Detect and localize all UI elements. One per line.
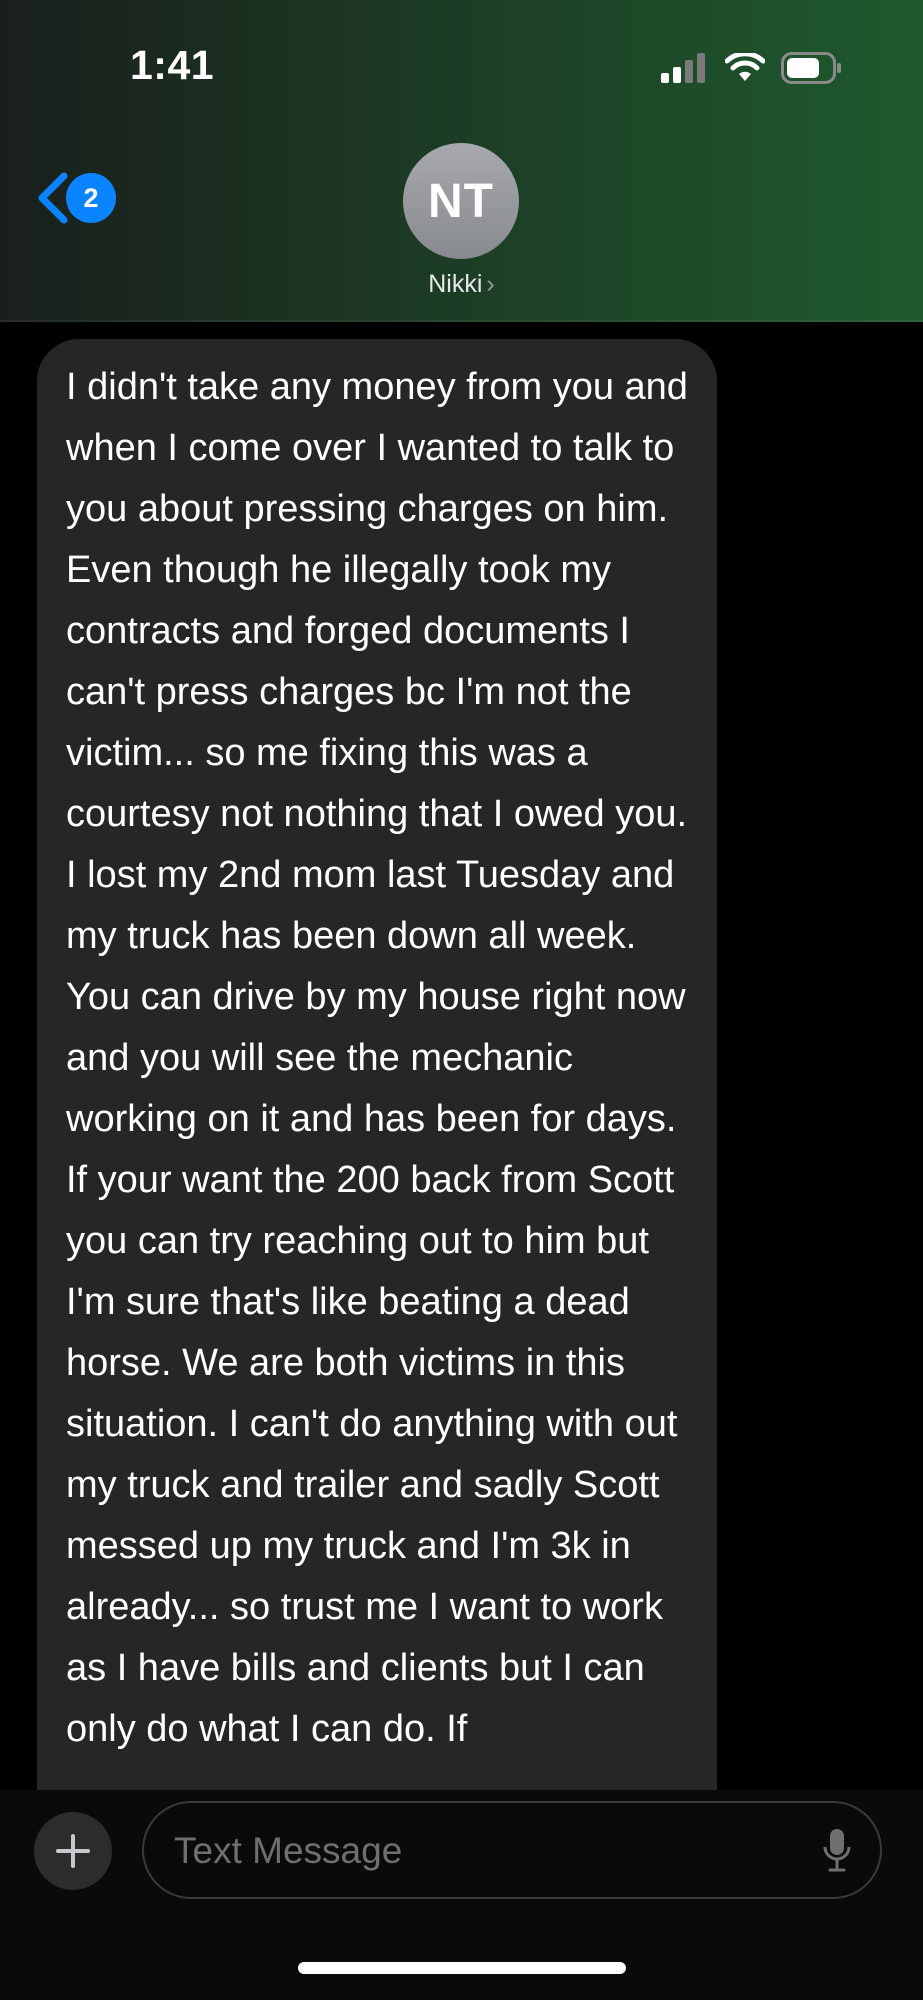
contact-name: Nikki	[428, 270, 483, 298]
plus-icon	[56, 1834, 90, 1868]
chevron-left-icon	[38, 172, 68, 224]
cellular-signal-icon	[661, 53, 705, 83]
contact-avatar[interactable]: NT	[403, 143, 519, 259]
battery-icon	[781, 52, 841, 84]
unread-badge: 2	[66, 173, 116, 223]
message-input-placeholder: Text Message	[174, 1830, 403, 1871]
wifi-icon	[725, 53, 765, 81]
conversation-header: 1:41 2 NT Nikki ›	[0, 0, 923, 322]
home-indicator	[298, 1962, 626, 1974]
incoming-message-bubble[interactable]: I didn't take any money from you and whe…	[37, 339, 717, 1839]
microphone-icon[interactable]	[822, 1827, 852, 1873]
message-input[interactable]: Text Message	[142, 1801, 882, 1899]
status-time: 1:41	[130, 42, 215, 88]
status-icons	[661, 50, 843, 86]
back-button[interactable]: 2	[36, 172, 116, 224]
contact-name-link[interactable]: Nikki ›	[0, 270, 923, 299]
message-text: I didn't take any money from you and whe…	[66, 366, 688, 1750]
add-attachment-button[interactable]	[34, 1812, 112, 1890]
chevron-right-icon: ›	[486, 270, 495, 298]
